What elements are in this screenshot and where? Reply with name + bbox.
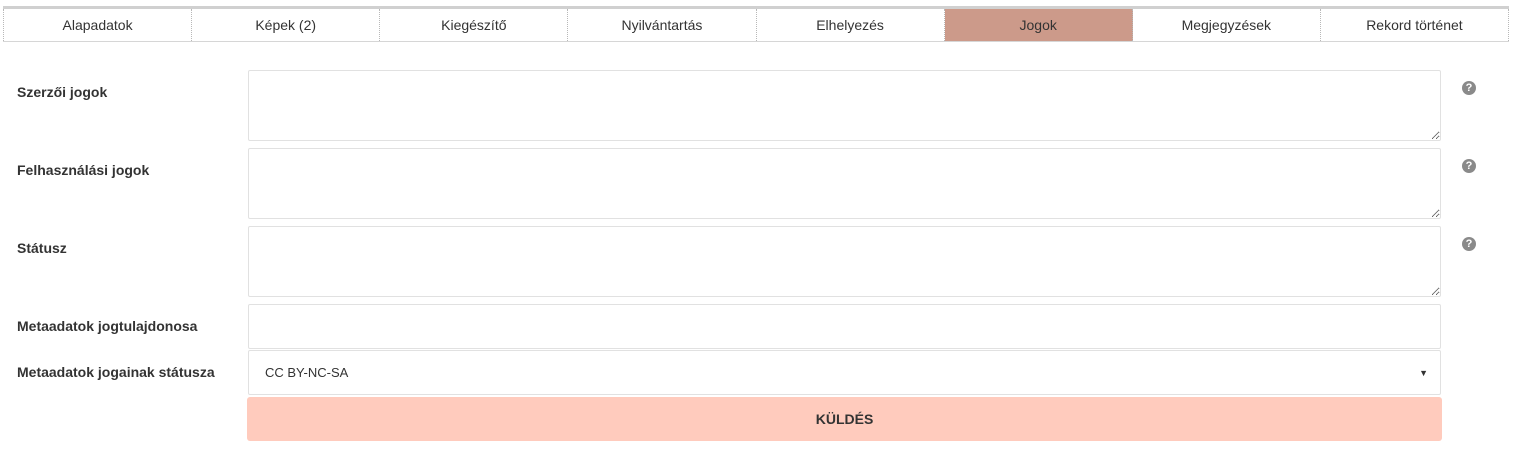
metadata-rights-status-select[interactable]: CC BY-NC-SA ▼ (248, 350, 1441, 395)
metadata-rights-status-value: CC BY-NC-SA (265, 365, 349, 380)
tab-kiegeszito[interactable]: Kiegészítő (380, 9, 569, 41)
status-textarea[interactable] (248, 226, 1441, 297)
tab-elhelyezes[interactable]: Elhelyezés (757, 9, 945, 41)
tab-megjegyzesek[interactable]: Megjegyzések (1133, 9, 1321, 41)
status-label: Státusz (17, 240, 67, 256)
submit-button[interactable]: KÜLDÉS (247, 397, 1442, 441)
tab-kepek[interactable]: Képek (2) (192, 9, 381, 41)
metadata-owner-input[interactable] (248, 304, 1441, 349)
usage-rights-label: Felhasználási jogok (17, 162, 150, 178)
copyright-textarea[interactable] (248, 70, 1441, 141)
usage-rights-textarea[interactable] (248, 148, 1441, 219)
metadata-rights-status-label: Metaadatok jogainak státusza (17, 364, 215, 380)
status-help-icon[interactable]: ? (1462, 237, 1476, 251)
tab-jogok[interactable]: Jogok (944, 9, 1133, 41)
copyright-label: Szerzői jogok (17, 84, 108, 100)
tab-rekord-tortenet[interactable]: Rekord történet (1321, 9, 1509, 41)
chevron-down-icon: ▼ (1419, 367, 1428, 378)
copyright-help-icon[interactable]: ? (1462, 81, 1476, 95)
tab-alapadatok[interactable]: Alapadatok (3, 9, 193, 41)
tab-nyilvantartas[interactable]: Nyilvántartás (568, 9, 757, 41)
tab-bar: Alapadatok Képek (2) Kiegészítő Nyilvánt… (3, 6, 1509, 42)
metadata-owner-label: Metaadatok jogtulajdonosa (17, 318, 198, 334)
usage-rights-help-icon[interactable]: ? (1462, 159, 1476, 173)
